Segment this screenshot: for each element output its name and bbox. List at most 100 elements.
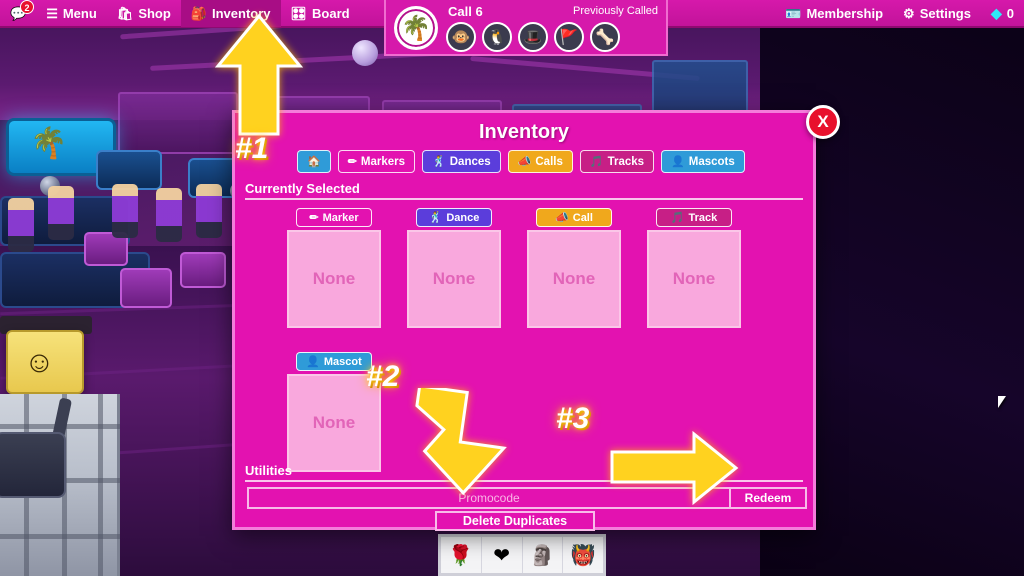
tab-mascots[interactable]: 👤 Mascots [661, 150, 745, 173]
slot-tag-dance-label: Dance [446, 211, 480, 224]
backpack-icon: 🎒 [190, 5, 207, 21]
slot-tag-marker: ✏ Marker [296, 208, 372, 227]
hamburger-icon: ☰ [46, 5, 58, 21]
plaid-line [0, 534, 120, 539]
board-label: Board [312, 5, 350, 21]
scene-character [48, 186, 74, 240]
membership-button[interactable]: 🪪 Membership [775, 0, 893, 27]
called-mascot-slot[interactable]: 🎩 [518, 22, 548, 52]
currency-amount: 0 [1006, 5, 1014, 21]
avatar-head: ☺ [6, 330, 84, 394]
chat-button[interactable]: 💬 2 [0, 0, 36, 27]
shop-label: Shop [138, 5, 171, 21]
delete-duplicates-button[interactable]: Delete Duplicates [435, 511, 595, 531]
previously-called-label: Previously Called [573, 5, 658, 17]
called-mascot-slot[interactable]: 🐵 [446, 22, 476, 52]
previously-called-list: 🐵 🐧 🎩 🚩 🦴 [446, 22, 620, 52]
megaphone-icon: 📣 [517, 156, 532, 168]
currency-display[interactable]: ◆ 0 [981, 0, 1024, 27]
redeem-button[interactable]: Redeem [729, 487, 807, 509]
slot-tag-call: 📣 Call [536, 208, 612, 227]
called-mascot-slot[interactable]: 🐧 [482, 22, 512, 52]
music-note-icon: 🎵 [670, 212, 685, 224]
annotation-arrow-up [214, 13, 304, 136]
called-mascot-slot[interactable]: 🦴 [590, 22, 620, 52]
annotation-step-3-label: #3 [556, 402, 590, 435]
currently-selected-heading: Currently Selected [245, 181, 803, 200]
plaid-line [98, 394, 103, 576]
slot-tag-track: 🎵 Track [656, 208, 732, 227]
settings-button[interactable]: ⚙ Settings [893, 0, 981, 27]
chat-badge: 2 [20, 0, 34, 14]
selected-slot-track: 🎵 Track None [647, 208, 741, 328]
scene-character [156, 188, 182, 242]
selected-slot-call: 📣 Call None [527, 208, 621, 328]
shopping-bag-icon: 🛍 [116, 5, 134, 21]
call-banner: 🌴 Call 6 Previously Called 🐵 🐧 🎩 🚩 🦴 [384, 0, 668, 56]
hotbar-slot[interactable]: ❤ [482, 537, 523, 573]
tab-dances[interactable]: 🕺 Dances [422, 150, 501, 173]
mascot-icon: 👤 [306, 356, 320, 368]
inventory-tab-bar: 🏠 ✏ Markers 🕺 Dances 📣 Calls 🎵 Tracks 👤 … [235, 144, 813, 173]
tab-tracks-label: Tracks [607, 155, 645, 168]
selected-slots-row-1: ✏ Marker None 🕺 Dance None 📣 Call None 🎵… [235, 200, 813, 328]
scene-seat [180, 252, 226, 288]
tab-markers-label: Markers [360, 155, 406, 168]
settings-label: Settings [919, 5, 971, 21]
close-icon[interactable]: X [806, 105, 840, 139]
membership-label: Membership [806, 5, 884, 21]
hotbar-slot[interactable]: 👹 [563, 537, 603, 573]
call-title: Call 6 [448, 4, 483, 19]
scene-character [196, 184, 222, 238]
annotation-step-2-label: #2 [366, 360, 400, 393]
slot-tag-mascot: 👤 Mascot [296, 352, 372, 371]
menu-button[interactable]: ☰ Menu [36, 0, 107, 27]
inventory-dialog-title: Inventory [478, 121, 570, 143]
pencil-icon: ✏ [309, 212, 319, 224]
palm-tree-icon: 🌴 [30, 127, 68, 160]
selected-slot-marker: ✏ Marker None [287, 208, 381, 328]
slot-tag-mascot-label: Mascot [323, 355, 362, 368]
selected-slot-dance: 🕺 Dance None [407, 208, 501, 328]
ceiling-globe [352, 40, 378, 66]
slot-tag-track-label: Track [688, 211, 718, 224]
music-note-icon: 🎵 [589, 156, 604, 168]
mascot-icon: 👤 [671, 156, 685, 168]
home-icon: 🏠 [307, 156, 321, 168]
slot-tag-call-label: Call [572, 211, 593, 224]
avatar-bag [0, 432, 66, 498]
gear-icon: ⚙ [903, 5, 915, 21]
tab-mascots-label: Mascots [688, 155, 735, 168]
slot-tag-marker-label: Marker [322, 211, 359, 224]
tab-markers[interactable]: ✏ Markers [337, 150, 416, 173]
slot-box-call[interactable]: None [527, 230, 621, 328]
megaphone-icon: 📣 [555, 212, 569, 224]
slot-box-marker[interactable]: None [287, 230, 381, 328]
scene-character [8, 198, 34, 252]
pencil-icon: ✏ [347, 156, 357, 168]
called-mascot-slot[interactable]: 🚩 [554, 22, 584, 52]
tab-tracks[interactable]: 🎵 Tracks [579, 150, 655, 173]
annotation-arrow-right-3 [610, 430, 739, 506]
tab-calls[interactable]: 📣 Calls [507, 150, 573, 173]
scene-seat [120, 268, 172, 308]
mouse-cursor [998, 396, 1011, 408]
annotation-step-1-label: #1 [235, 132, 269, 165]
slot-tag-dance: 🕺 Dance [416, 208, 492, 227]
slot-box-track[interactable]: None [647, 230, 741, 328]
tab-dances-label: Dances [449, 155, 491, 168]
hotbar-slot[interactable]: 🌹 [441, 537, 482, 573]
gem-icon: ◆ [990, 4, 1002, 21]
membership-card-icon: 🪪 [785, 5, 802, 21]
annotation-arrow-down-right-2 [415, 388, 507, 496]
dancer-icon: 🕺 [432, 156, 446, 168]
hotbar-slot[interactable]: 🗿 [523, 537, 564, 573]
tab-calls-label: Calls [535, 155, 563, 168]
slot-box-dance[interactable]: None [407, 230, 501, 328]
tab-home[interactable]: 🏠 [297, 150, 331, 173]
call-avatar-icon: 🌴 [394, 6, 438, 50]
menu-label: Menu [62, 5, 97, 21]
dancer-icon: 🕺 [428, 212, 443, 224]
shop-button[interactable]: 🛍 Shop [107, 0, 181, 27]
item-hotbar: 🌹 ❤ 🗿 👹 [438, 534, 606, 576]
